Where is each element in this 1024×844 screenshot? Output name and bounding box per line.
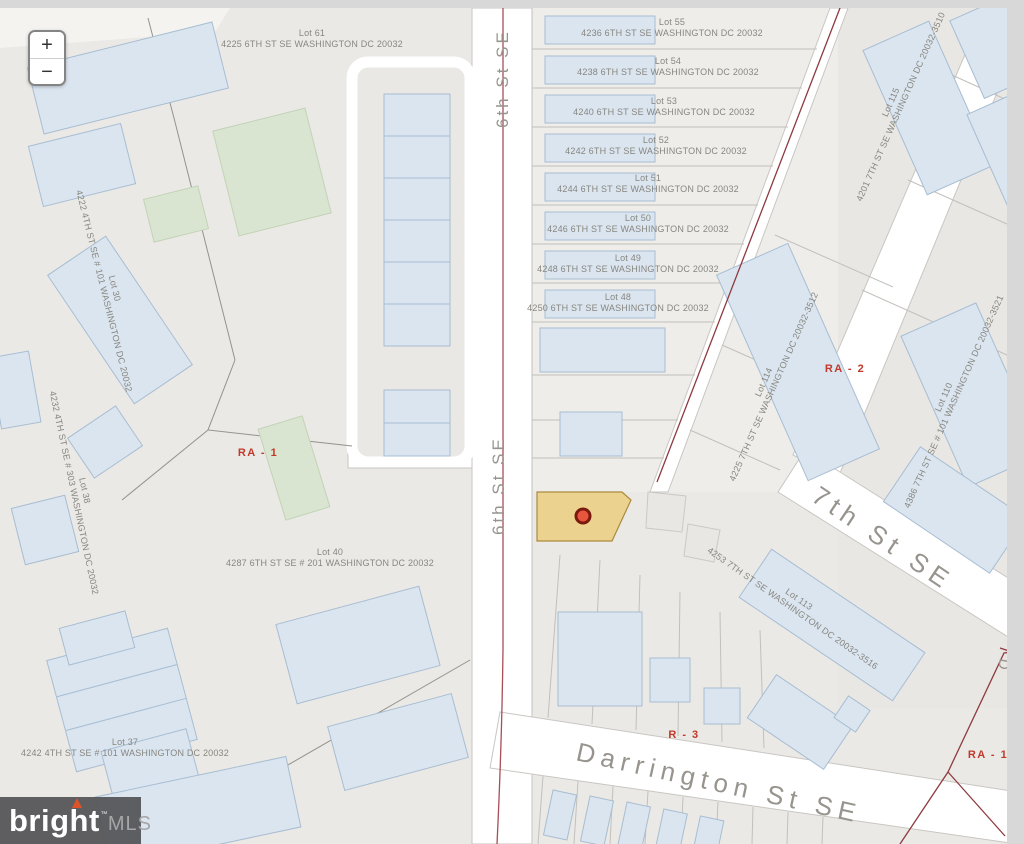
svg-text:Lot 49: Lot 49 xyxy=(615,253,641,263)
svg-text:Lot 40: Lot 40 xyxy=(317,547,343,557)
plat-map: Lot 614225 6TH ST SE WASHINGTON DC 20032… xyxy=(0,0,1024,844)
svg-text:4242 4TH ST SE # 101 WASHINGTO: 4242 4TH ST SE # 101 WASHINGTON DC 20032 xyxy=(21,748,229,758)
flame-icon xyxy=(72,798,82,808)
svg-text:Lot 48: Lot 48 xyxy=(605,292,631,302)
svg-text:Lot 50: Lot 50 xyxy=(625,213,651,223)
logo-mls-text: MLS xyxy=(107,813,152,835)
svg-text:Lot 37: Lot 37 xyxy=(112,737,138,747)
svg-text:Lot 53: Lot 53 xyxy=(651,96,677,106)
svg-text:Lot 52: Lot 52 xyxy=(643,135,669,145)
svg-text:4225 6TH ST SE WASHINGTON DC 2: 4225 6TH ST SE WASHINGTON DC 20032 xyxy=(221,39,403,49)
svg-text:Lot 51: Lot 51 xyxy=(635,173,661,183)
page-edge-top xyxy=(0,0,1024,8)
trademark-symbol: ™ xyxy=(100,811,108,818)
svg-text:4244 6TH ST SE WASHINGTON DC 2: 4244 6TH ST SE WASHINGTON DC 20032 xyxy=(557,184,739,194)
svg-text:Lot 61: Lot 61 xyxy=(299,28,325,38)
svg-text:R - 3: R - 3 xyxy=(668,729,699,741)
svg-text:4240 6TH ST SE WASHINGTON DC 2: 4240 6TH ST SE WASHINGTON DC 20032 xyxy=(573,107,755,117)
page-edge-right xyxy=(1007,0,1024,844)
svg-text:RA - 1: RA - 1 xyxy=(238,447,278,459)
svg-text:Lot 55: Lot 55 xyxy=(659,17,685,27)
svg-text:Lot 54: Lot 54 xyxy=(655,56,681,66)
selected-parcel-marker[interactable] xyxy=(574,507,592,525)
svg-text:4246 6TH ST SE WASHINGTON DC 2: 4246 6TH ST SE WASHINGTON DC 20032 xyxy=(547,224,729,234)
svg-text:4250 6TH ST SE WASHINGTON DC 2: 4250 6TH ST SE WASHINGTON DC 20032 xyxy=(527,303,709,313)
logo-brand-text: bright ™ xyxy=(9,798,107,836)
svg-text:4236 6TH ST SE WASHINGTON DC 2: 4236 6TH ST SE WASHINGTON DC 20032 xyxy=(581,28,763,38)
map-zoom-control: + − xyxy=(28,30,66,86)
svg-text:4248 6TH ST SE WASHINGTON DC 2: 4248 6TH ST SE WASHINGTON DC 20032 xyxy=(537,264,719,274)
bright-mls-logo: bright ™ MLS xyxy=(0,797,151,844)
svg-text:RA - 1: RA - 1 xyxy=(968,749,1008,761)
svg-text:4238 6TH ST SE WASHINGTON DC 2: 4238 6TH ST SE WASHINGTON DC 20032 xyxy=(577,67,759,77)
svg-text:4242 6TH ST SE WASHINGTON DC 2: 4242 6TH ST SE WASHINGTON DC 20032 xyxy=(565,146,747,156)
svg-text:4287 6TH ST SE # 201 WASHINGTO: 4287 6TH ST SE # 201 WASHINGTON DC 20032 xyxy=(226,558,434,568)
zoom-out-button[interactable]: − xyxy=(30,58,64,84)
svg-text:6th St SE: 6th St SE xyxy=(493,29,512,128)
zoom-in-button[interactable]: + xyxy=(30,32,64,58)
svg-text:6th St SE: 6th St SE xyxy=(489,436,508,535)
map-canvas[interactable]: Lot 61 4225 6TH ST SE WASHINGTON DC 20032… xyxy=(0,0,1024,844)
svg-text:RA - 2: RA - 2 xyxy=(825,363,865,375)
